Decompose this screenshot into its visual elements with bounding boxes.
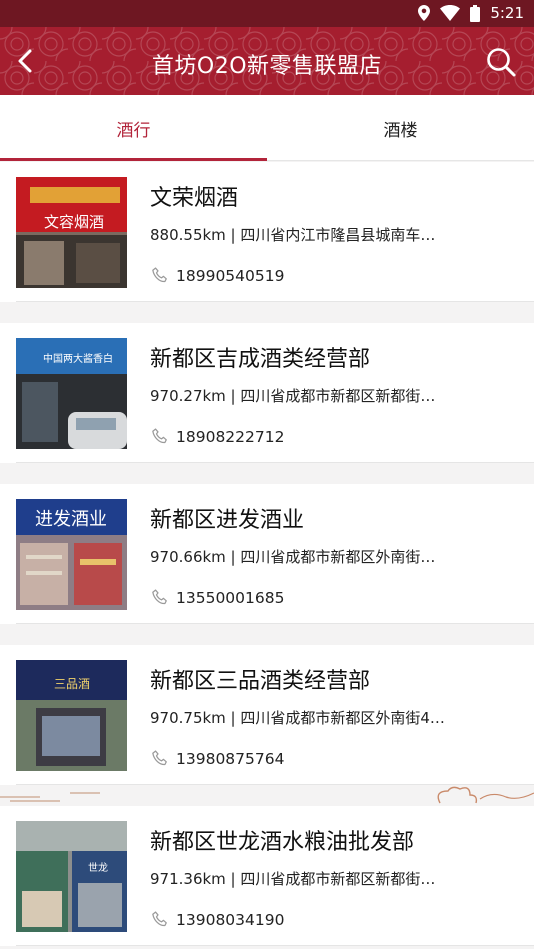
battery-icon <box>470 4 481 22</box>
store-address: 971.36km | 四川省成都市新都区新都街… <box>150 870 436 888</box>
store-phone: 13980875764 <box>176 750 285 768</box>
store-phone: 13908034190 <box>176 911 285 929</box>
store-sign-text: 三品酒 <box>54 677 90 691</box>
phone-icon <box>152 911 167 927</box>
status-bar: 5:21 <box>0 0 534 27</box>
active-tab-indicator <box>0 158 267 161</box>
store-address: 880.55km | 四川省内江市隆昌县城南车… <box>150 226 436 244</box>
store-photo: 世龙 <box>16 821 127 932</box>
list-item[interactable]: 进发酒业 新都区进发酒业 970.66km | 四川省成都市新都区外南街… 13… <box>0 484 534 624</box>
list-item[interactable]: 三品酒 新都区三品酒类经营部 970.75km | 四川省成都市新都区外南街4…… <box>0 645 534 785</box>
list-item[interactable]: 文容烟酒 文荣烟酒 880.55km | 四川省内江市隆昌县城南车… 18990… <box>0 162 534 302</box>
store-address: 970.27km | 四川省成都市新都区新都街… <box>150 387 436 405</box>
store-name: 新都区世龙酒水粮油批发部 <box>150 830 415 855</box>
phone-row[interactable]: 13980875764 <box>150 749 284 769</box>
store-sign-text: 进发酒业 <box>35 509 107 530</box>
phone-icon <box>152 267 167 283</box>
store-photo: 中国两大酱香白 <box>16 338 127 449</box>
store-name: 新都区吉成酒类经营部 <box>150 347 371 372</box>
store-address: 970.75km | 四川省成都市新都区外南街4… <box>150 709 445 727</box>
store-phone: 13550001685 <box>176 589 285 607</box>
store-sign-text: 中国两大酱香白 <box>43 352 113 365</box>
store-photo: 文容烟酒 <box>16 177 127 288</box>
store-sign-text: 世龙 <box>88 861 108 874</box>
phone-icon <box>152 589 167 605</box>
store-address: 970.66km | 四川省成都市新都区外南街… <box>150 548 436 566</box>
phone-row[interactable]: 18908222712 <box>150 427 284 447</box>
store-phone: 18908222712 <box>176 428 285 446</box>
category-tabs: 酒行 酒楼 <box>0 95 534 161</box>
phone-icon <box>152 428 167 444</box>
status-time: 5:21 <box>490 4 524 22</box>
divider <box>16 945 534 946</box>
wifi-icon <box>440 5 461 21</box>
tab-restaurant[interactable]: 酒楼 <box>267 95 534 161</box>
divider <box>16 623 534 624</box>
cloud-decoration <box>0 785 534 805</box>
tab-wine-shop[interactable]: 酒行 <box>0 95 267 161</box>
store-name: 文荣烟酒 <box>150 186 239 211</box>
phone-row[interactable]: 13908034190 <box>150 910 284 930</box>
divider <box>16 301 534 302</box>
list-item[interactable]: 世龙 新都区世龙酒水粮油批发部 971.36km | 四川省成都市新都区新都街…… <box>0 806 534 946</box>
location-icon <box>418 5 431 21</box>
store-name: 新都区进发酒业 <box>150 508 305 533</box>
list-item[interactable]: 中国两大酱香白 新都区吉成酒类经营部 970.27km | 四川省成都市新都区新… <box>0 323 534 463</box>
phone-row[interactable]: 13550001685 <box>150 588 284 608</box>
store-photo: 三品酒 <box>16 660 127 771</box>
phone-row[interactable]: 18990540519 <box>150 266 284 286</box>
divider <box>16 462 534 463</box>
app-header: 首坊O2O新零售联盟店 <box>0 27 534 95</box>
search-icon[interactable] <box>486 47 516 77</box>
store-photo: 进发酒业 <box>16 499 127 610</box>
page-title: 首坊O2O新零售联盟店 <box>151 54 383 79</box>
store-phone: 18990540519 <box>176 267 285 285</box>
store-name: 新都区三品酒类经营部 <box>150 669 371 694</box>
phone-icon <box>152 750 167 766</box>
store-sign-text: 文容烟酒 <box>44 213 104 231</box>
